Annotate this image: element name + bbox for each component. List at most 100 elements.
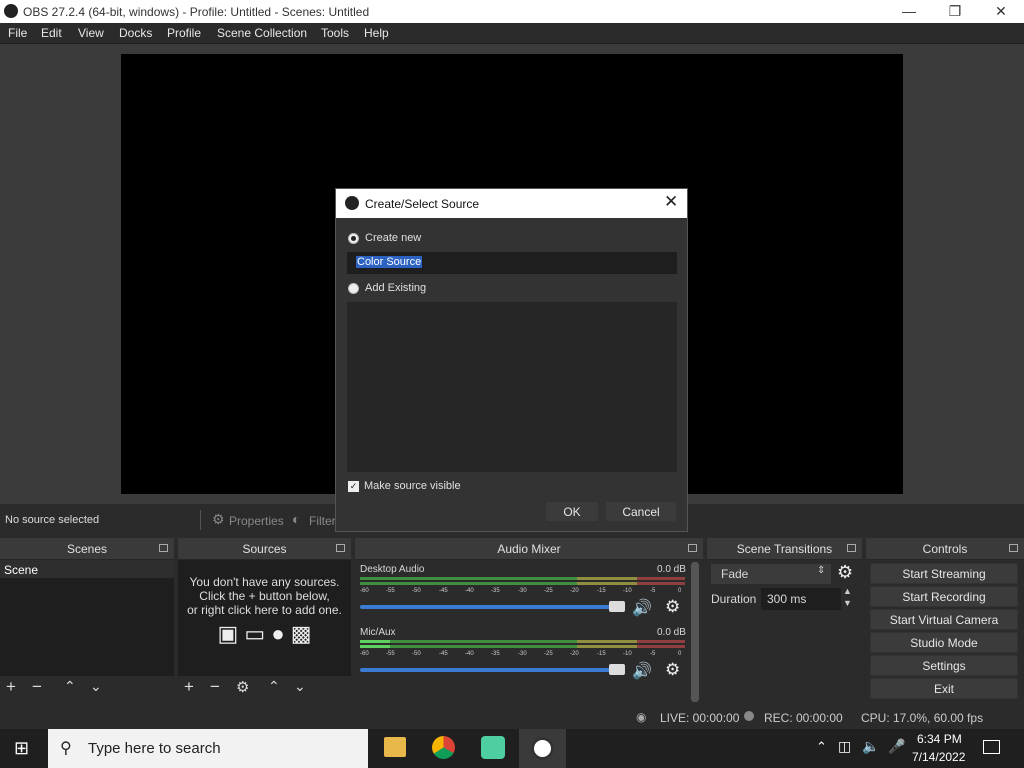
gear-icon[interactable]: ⚙ — [837, 562, 853, 583]
menu-help[interactable]: Help — [364, 26, 389, 40]
windows-start-icon[interactable]: ⊞ — [14, 738, 29, 759]
obs-taskbar-button[interactable] — [519, 729, 566, 768]
gear-icon[interactable]: ⚙ — [665, 597, 680, 617]
close-icon[interactable]: ✕ — [664, 192, 678, 212]
mixer-title: Audio Mixer — [497, 542, 561, 556]
start-virtual-camera-button[interactable]: Start Virtual Camera — [870, 609, 1018, 630]
cancel-button[interactable]: Cancel — [605, 501, 677, 522]
move-down-icon[interactable]: ⌄ — [294, 678, 306, 695]
volume-slider[interactable] — [360, 668, 618, 672]
chevron-up-icon[interactable]: ⌃ — [816, 739, 827, 755]
rec-icon — [744, 711, 754, 721]
create-new-radio[interactable] — [348, 233, 359, 244]
network-icon[interactable]: ◫ — [838, 738, 851, 755]
maximize-button[interactable]: ❐ — [932, 0, 978, 23]
rec-timer: REC: 00:00:00 — [764, 711, 843, 725]
volume-slider-handle[interactable] — [609, 664, 625, 675]
spin-down-icon[interactable]: ▼ — [843, 598, 852, 608]
studio-mode-button[interactable]: Studio Mode — [870, 632, 1018, 653]
undock-icon[interactable] — [159, 544, 168, 552]
empty-msg-3: or right click here to add one. — [187, 603, 342, 617]
app-icon[interactable] — [481, 736, 505, 759]
properties-button[interactable]: Properties — [229, 514, 284, 528]
taskbar-search[interactable]: ⚲ Type here to search — [48, 729, 368, 768]
menu-docks[interactable]: Docks — [119, 26, 152, 40]
close-button[interactable]: ✕ — [978, 0, 1024, 23]
add-existing-label[interactable]: Add Existing — [365, 282, 426, 294]
microphone-icon[interactable]: 🎤 — [888, 738, 905, 755]
clock-time[interactable]: 6:34 PM — [917, 732, 962, 746]
start-streaming-button[interactable]: Start Streaming — [870, 563, 1018, 584]
live-icon: ◉ — [636, 710, 647, 724]
volume-meter-green — [390, 640, 577, 643]
remove-scene-icon[interactable]: − — [32, 677, 42, 697]
clock-date[interactable]: 7/14/2022 — [912, 750, 965, 764]
volume-meter-yellow — [577, 582, 637, 585]
menu-edit[interactable]: Edit — [41, 26, 62, 40]
no-source-label: No source selected — [5, 514, 100, 526]
scenes-title: Scenes — [66, 542, 108, 556]
make-visible-checkbox[interactable]: ✓ — [348, 481, 359, 492]
volume-slider-handle[interactable] — [609, 601, 625, 612]
obs-logo-icon — [4, 4, 18, 18]
speaker-icon[interactable]: 🔊 — [632, 598, 652, 618]
mixer-scrollbar[interactable] — [691, 562, 699, 702]
volume-meter-yellow — [577, 645, 637, 648]
notification-icon[interactable] — [983, 740, 1000, 754]
undock-icon[interactable] — [688, 544, 697, 552]
filter-icon: ◐ — [292, 511, 301, 527]
gear-icon[interactable]: ⚙ — [236, 678, 249, 696]
window-title: OBS 27.2.4 (64-bit, windows) - Profile: … — [23, 5, 370, 19]
settings-button[interactable]: Settings — [870, 655, 1018, 676]
menu-tools[interactable]: Tools — [321, 26, 349, 40]
move-down-icon[interactable]: ⌄ — [90, 678, 102, 695]
add-existing-radio[interactable] — [348, 283, 359, 294]
filters-button[interactable]: Filter — [309, 514, 336, 528]
gear-icon[interactable]: ⚙ — [665, 660, 680, 680]
menu-profile[interactable]: Profile — [167, 26, 201, 40]
live-timer: LIVE: 00:00:00 — [660, 711, 740, 725]
audio-mixer-dock: Audio Mixer Desktop Audio 0.0 dB -60 -55… — [355, 538, 703, 704]
file-explorer-icon[interactable] — [384, 737, 406, 757]
volume-slider[interactable] — [360, 605, 618, 609]
menu-scene-collection[interactable]: Scene Collection — [217, 26, 307, 40]
menu-file[interactable]: File — [8, 26, 27, 40]
obs-icon — [531, 737, 554, 760]
undock-icon[interactable] — [847, 544, 856, 552]
scene-list[interactable]: Scene — [0, 560, 174, 676]
source-name-input[interactable]: Color Source — [347, 252, 677, 274]
speaker-icon[interactable]: 🔊 — [632, 661, 652, 681]
undock-icon[interactable] — [336, 544, 345, 552]
empty-msg-2: Click the + button below, — [199, 589, 330, 603]
volume-meter-red — [637, 577, 685, 580]
menu-view[interactable]: View — [78, 26, 104, 40]
scene-item[interactable]: Scene — [0, 560, 174, 578]
channel-name: Desktop Audio — [360, 564, 425, 575]
chrome-icon[interactable] — [432, 736, 455, 759]
duration-input[interactable]: 300 ms — [761, 588, 841, 610]
volume-meter-green — [360, 582, 577, 585]
controls-header: Controls — [866, 538, 1024, 560]
move-up-icon[interactable]: ⌃ — [268, 678, 280, 695]
minimize-button[interactable]: — — [886, 0, 932, 23]
title-bar: OBS 27.2.4 (64-bit, windows) - Profile: … — [0, 0, 1024, 23]
channel-name: Mic/Aux — [360, 627, 396, 638]
spin-up-icon[interactable]: ▲ — [843, 586, 852, 596]
transition-select[interactable]: Fade — [711, 564, 831, 584]
scenes-header: Scenes — [0, 538, 174, 560]
add-source-icon[interactable]: + — [184, 677, 194, 697]
volume-icon[interactable]: 🔈 — [862, 738, 879, 755]
create-new-label[interactable]: Create new — [365, 232, 421, 244]
mixer-body: Desktop Audio 0.0 dB -60 -55 -50 -45 -40… — [355, 560, 703, 704]
undock-icon[interactable] — [1009, 544, 1018, 552]
ok-button[interactable]: OK — [545, 501, 599, 522]
existing-sources-list[interactable] — [347, 302, 677, 472]
gear-icon: ⚙ — [212, 511, 225, 527]
start-recording-button[interactable]: Start Recording — [870, 586, 1018, 607]
remove-source-icon[interactable]: − — [210, 677, 220, 697]
exit-button[interactable]: Exit — [870, 678, 1018, 699]
add-scene-icon[interactable]: + — [6, 677, 16, 697]
source-list[interactable]: You don't have any sources. Click the + … — [178, 560, 351, 676]
make-visible-label[interactable]: Make source visible — [364, 480, 461, 492]
move-up-icon[interactable]: ⌃ — [64, 678, 76, 695]
